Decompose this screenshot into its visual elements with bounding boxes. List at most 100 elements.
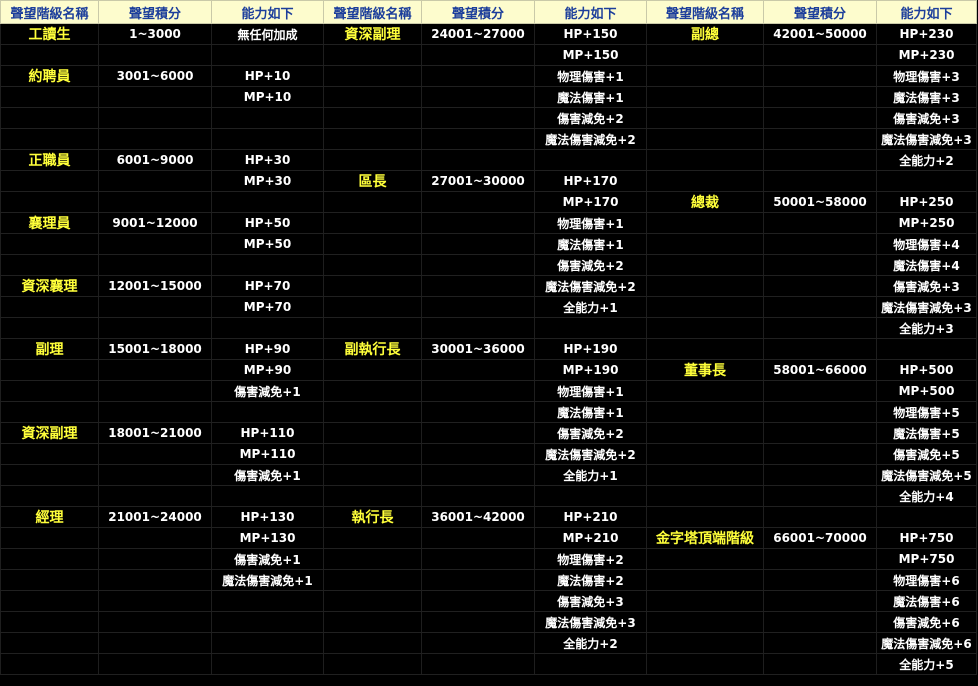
reputation-points-cell: [421, 86, 535, 108]
abilities-cell: 無任何加成: [211, 23, 324, 45]
rank-name-cell: [646, 401, 764, 423]
table-row: 魔法傷害+1 物理傷害+5: [0, 401, 977, 423]
reputation-points-cell: [98, 107, 212, 129]
reputation-points-cell: [763, 296, 877, 318]
table-row: MP+150 MP+230: [0, 44, 977, 66]
rank-name-cell: [646, 233, 764, 255]
rank-name-cell: [323, 464, 422, 486]
reputation-points-cell: [763, 632, 877, 654]
abilities-cell: HP+190: [534, 338, 647, 360]
table-row: 全能力+3: [0, 317, 977, 339]
reputation-points-cell: 42001~50000: [763, 23, 877, 45]
rank-name-cell: [323, 254, 422, 276]
reputation-points-cell: [763, 653, 877, 675]
table-row: 全能力+4: [0, 485, 977, 507]
rank-name-cell: [646, 653, 764, 675]
abilities-cell: 物理傷害+1: [534, 212, 647, 234]
rank-name-cell: [323, 107, 422, 129]
rank-name-cell: [323, 590, 422, 612]
reputation-points-cell: [763, 548, 877, 570]
reputation-points-cell: [421, 233, 535, 255]
table-row: 工讀生 1~3000 無任何加成 資深副理 24001~27000 HP+150 副總 420…: [0, 23, 977, 45]
table-row: 正職員 6001~9000 HP+30 全能力+2: [0, 149, 977, 171]
reputation-points-cell: [421, 569, 535, 591]
rank-name-cell: [646, 107, 764, 129]
abilities-cell: 物理傷害+5: [876, 401, 977, 423]
abilities-cell: MP+10: [211, 86, 324, 108]
reputation-points-cell: [763, 233, 877, 255]
reputation-points-cell: [763, 44, 877, 66]
reputation-points-cell: 50001~58000: [763, 191, 877, 213]
abilities-cell: 物理傷害+6: [876, 569, 977, 591]
table-row: 經理 21001~24000 HP+130 執行長 36001~42000 HP+210: [0, 506, 977, 528]
abilities-cell: [211, 611, 324, 633]
reputation-points-cell: [98, 632, 212, 654]
rank-name-cell: [0, 653, 99, 675]
reputation-points-cell: [763, 569, 877, 591]
abilities-cell: MP+170: [534, 191, 647, 213]
rank-name-cell: 資深襄理: [0, 275, 99, 297]
rank-name-cell: [646, 128, 764, 150]
abilities-cell: HP+30: [211, 149, 324, 171]
abilities-cell: MP+90: [211, 359, 324, 381]
rank-name-cell: [646, 86, 764, 108]
rank-name-cell: [323, 653, 422, 675]
table-row: MP+50 魔法傷害+1 物理傷害+4: [0, 233, 977, 255]
rank-name-cell: [646, 317, 764, 339]
reputation-points-cell: [763, 464, 877, 486]
header-abilities-2: 能力如下: [534, 0, 647, 24]
reputation-points-cell: [763, 275, 877, 297]
abilities-cell: MP+190: [534, 359, 647, 381]
rank-name-cell: [646, 443, 764, 465]
reputation-points-cell: [763, 212, 877, 234]
abilities-cell: 魔法傷害+1: [534, 401, 647, 423]
rank-name-cell: 副理: [0, 338, 99, 360]
abilities-cell: 物理傷害+3: [876, 65, 977, 87]
rank-name-cell: [646, 296, 764, 318]
rank-name-cell: 總裁: [646, 191, 764, 213]
table-body: 工讀生 1~3000 無任何加成 資深副理 24001~27000 HP+150 副總 420…: [0, 23, 977, 675]
rank-name-cell: [0, 548, 99, 570]
abilities-cell: 物理傷害+2: [534, 548, 647, 570]
rank-name-cell: 襄理員: [0, 212, 99, 234]
header-reputation-points-2: 聲望積分: [421, 0, 535, 24]
reputation-points-cell: [98, 527, 212, 549]
rank-name-cell: [646, 170, 764, 192]
rank-name-cell: 執行長: [323, 506, 422, 528]
rank-name-cell: 資深副理: [0, 422, 99, 444]
reputation-points-cell: 36001~42000: [421, 506, 535, 528]
table-row: 襄理員 9001~12000 HP+50 物理傷害+1 MP+250: [0, 212, 977, 234]
rank-name-cell: [0, 590, 99, 612]
reputation-points-cell: [763, 380, 877, 402]
rank-name-cell: [0, 191, 99, 213]
reputation-points-cell: [421, 317, 535, 339]
abilities-cell: MP+250: [876, 212, 977, 234]
abilities-cell: 傷害減免+3: [876, 275, 977, 297]
abilities-cell: [876, 338, 977, 360]
abilities-cell: HP+230: [876, 23, 977, 45]
abilities-cell: 魔法傷害+1: [534, 86, 647, 108]
table-row: MP+170 總裁 50001~58000 HP+250: [0, 191, 977, 213]
abilities-cell: MP+210: [534, 527, 647, 549]
abilities-cell: 物理傷害+1: [534, 380, 647, 402]
table-row: 傷害減免+3 魔法傷害+6: [0, 590, 977, 612]
reputation-points-cell: [98, 653, 212, 675]
reputation-points-cell: [763, 506, 877, 528]
reputation-points-cell: [763, 128, 877, 150]
table-row: MP+130 MP+210 金字塔頂端階級 66001~70000 HP+750: [0, 527, 977, 549]
rank-name-cell: [646, 212, 764, 234]
abilities-cell: [211, 485, 324, 507]
rank-name-cell: [646, 569, 764, 591]
abilities-cell: 物理傷害+4: [876, 233, 977, 255]
reputation-table-page: 聲望階級名稱 聲望積分 能力如下 聲望階級名稱 聲望積分 能力如下 聲望階級名稱 聲望積分 能力…: [0, 0, 978, 686]
abilities-cell: 魔法傷害+3: [876, 86, 977, 108]
abilities-cell: [211, 254, 324, 276]
header-rank-name-2: 聲望階級名稱: [323, 0, 422, 24]
reputation-points-cell: [98, 611, 212, 633]
rank-name-cell: [323, 191, 422, 213]
reputation-points-cell: [763, 107, 877, 129]
reputation-points-cell: [763, 65, 877, 87]
rank-name-cell: [323, 128, 422, 150]
header-rank-name-1: 聲望階級名稱: [0, 0, 99, 24]
table-row: 約聘員 3001~6000 HP+10 物理傷害+1 物理傷害+3: [0, 65, 977, 87]
